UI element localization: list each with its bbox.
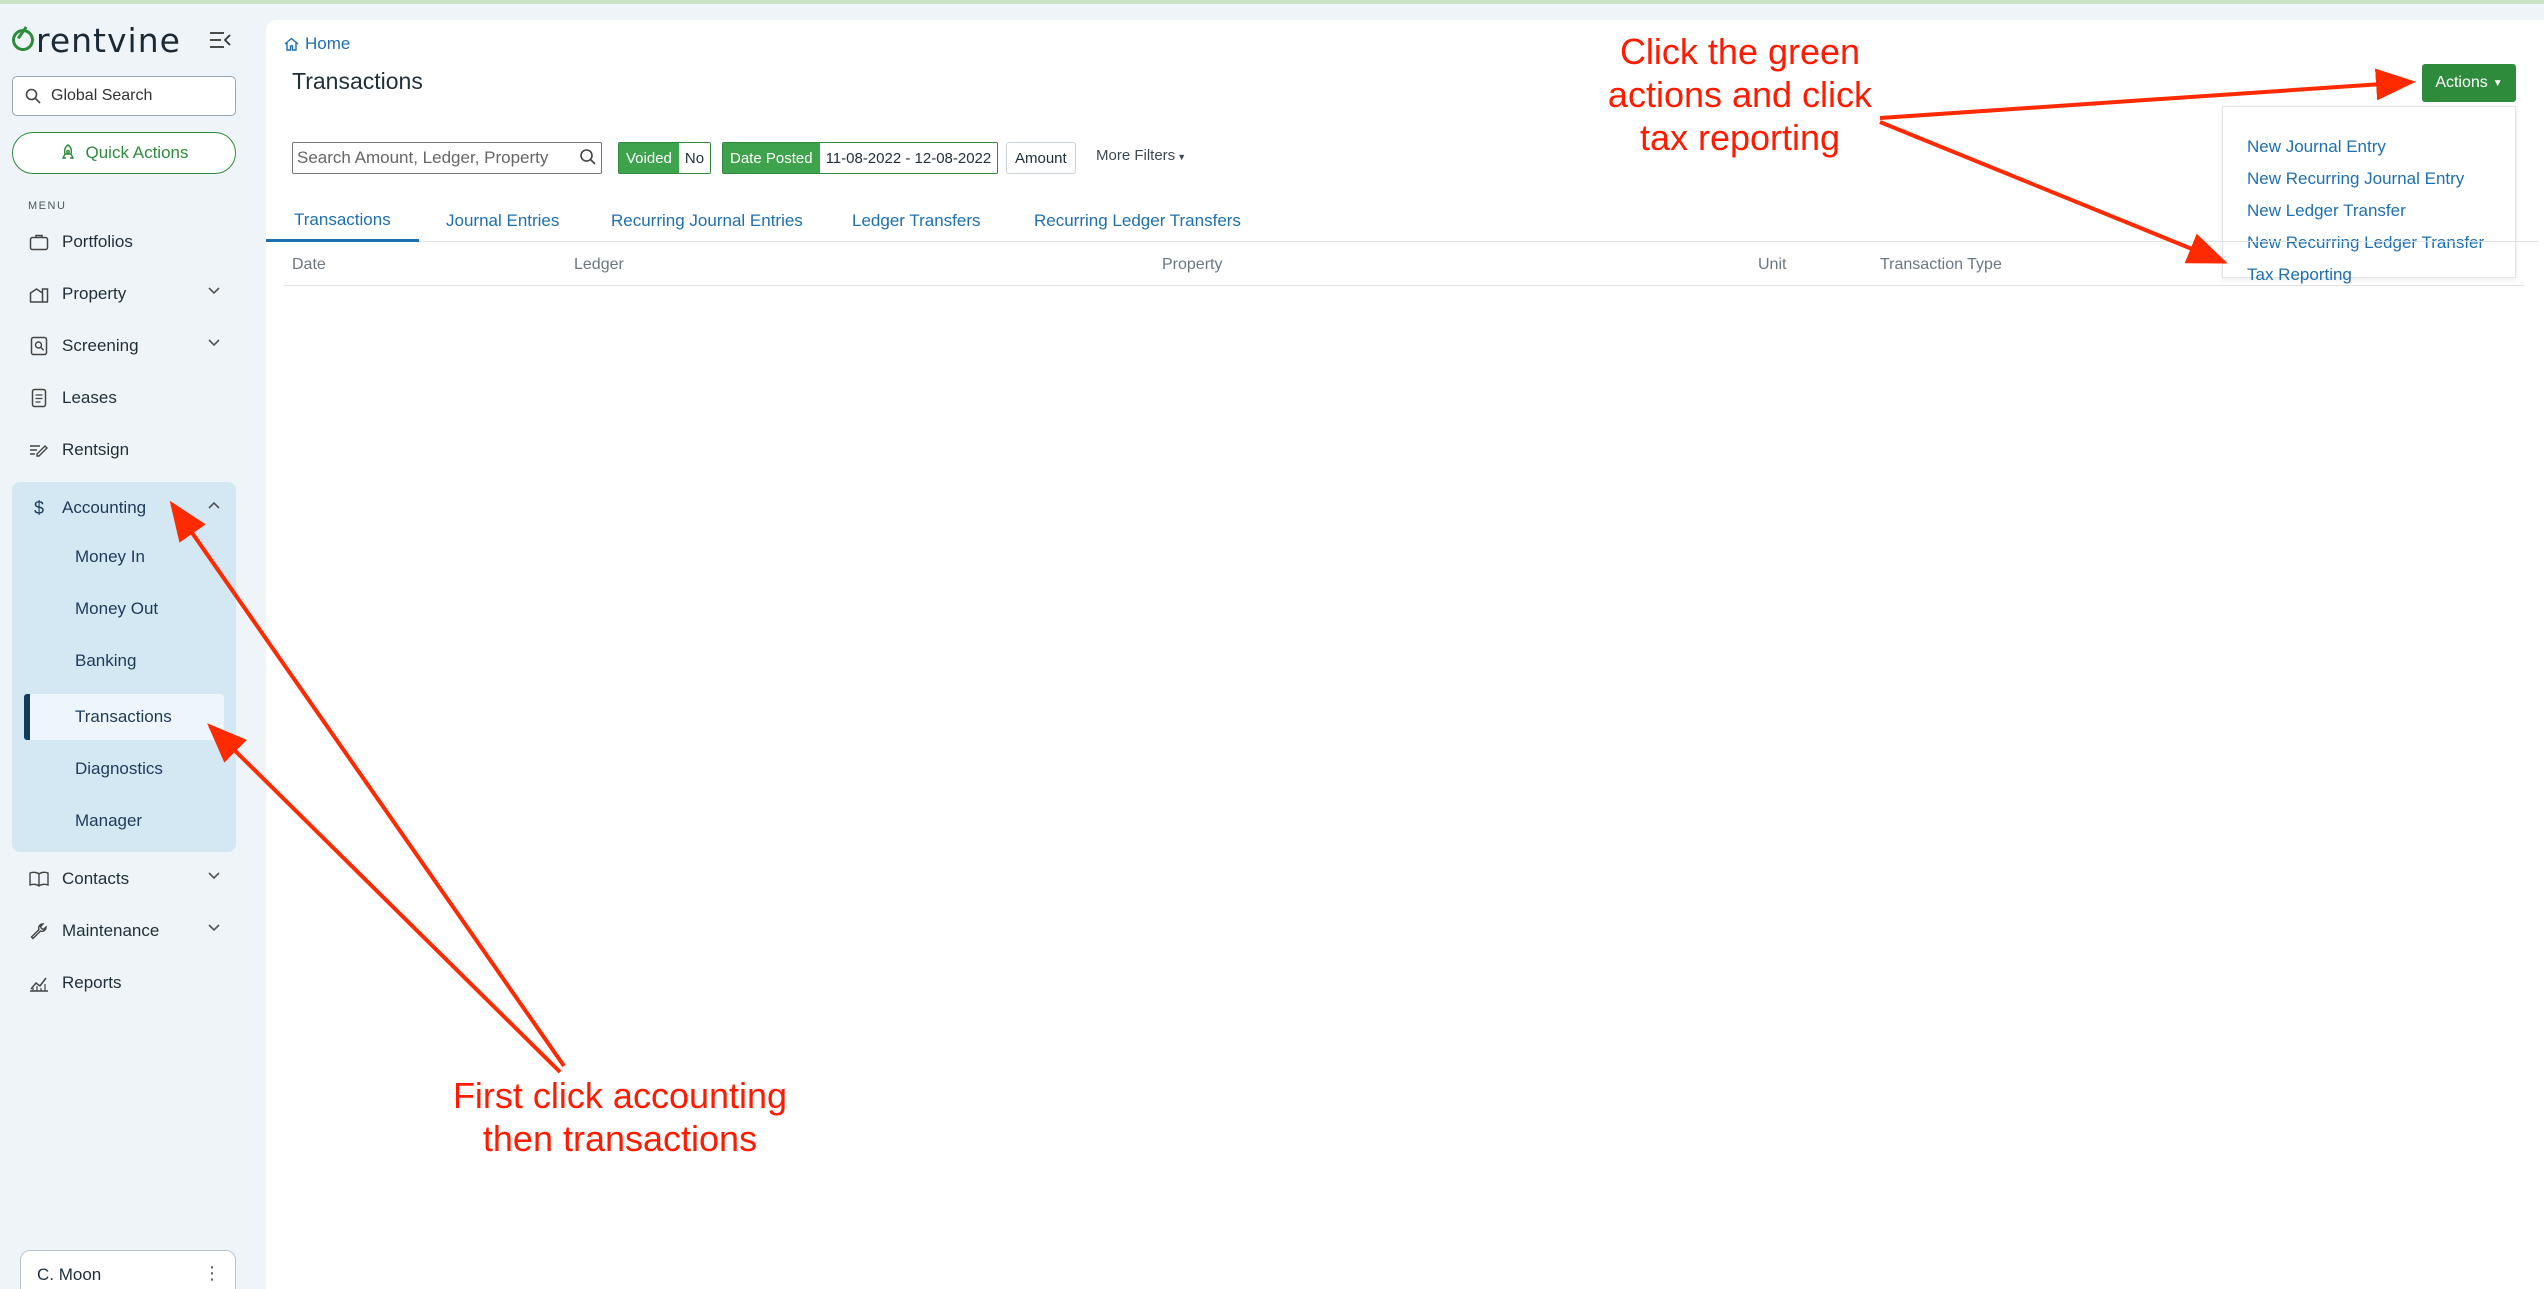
column-header-date[interactable]: Date [292, 256, 326, 274]
dollar-icon: $ [33, 497, 44, 518]
global-search-field[interactable] [12, 76, 236, 116]
rocket-icon [61, 144, 74, 159]
active-item-indicator [24, 694, 30, 740]
tab-recurring-ledger-transfers[interactable]: Recurring Ledger Transfers [1034, 200, 1241, 242]
rentvine-logo[interactable]: rentvine [12, 20, 181, 60]
quick-actions-button[interactable]: Quick Actions [12, 132, 236, 174]
sidebar-item-label: Rentsign [62, 440, 130, 459]
wrench-icon [30, 923, 47, 940]
sidebar-item-label: Maintenance [62, 921, 160, 940]
sidebar-item-reports[interactable]: Reports [12, 961, 236, 1005]
voided-filter-value: No [678, 143, 711, 173]
page-title: Transactions [292, 68, 423, 94]
sidebar-item-contacts[interactable]: Contacts [12, 857, 236, 901]
sidebar-item-screening[interactable]: Screening [12, 324, 236, 368]
more-filters-button[interactable]: More Filters ▼ [1096, 147, 1186, 164]
sidebar-subitem-banking[interactable]: Banking [75, 641, 136, 681]
tab-transactions[interactable]: Transactions [266, 200, 419, 242]
signature-icon [30, 445, 48, 457]
sidebar-item-label: Property [62, 284, 127, 303]
top-accent-line [0, 0, 2544, 4]
user-profile-card[interactable]: C. Moon ⋮ [20, 1250, 236, 1289]
search-icon [580, 149, 596, 165]
sidebar-item-property[interactable]: Property [12, 272, 236, 316]
voided-filter-label: Voided [619, 143, 679, 173]
annotation-line: tax reporting [1639, 117, 1841, 158]
home-icon [284, 37, 299, 51]
sidebar-item-label: Portfolios [62, 232, 133, 251]
sidebar-item-portfolios[interactable]: Portfolios [12, 220, 236, 264]
caret-down-icon: ▼ [2492, 77, 2503, 89]
sidebar-item-maintenance[interactable]: Maintenance [12, 909, 236, 953]
column-header-property[interactable]: Property [1162, 256, 1222, 274]
search-icon [25, 88, 41, 104]
chevron-down-icon [208, 872, 220, 880]
chevron-up-icon [208, 501, 220, 509]
menu-item-new-journal-entry[interactable]: New Journal Entry [2247, 137, 2386, 157]
date-posted-filter[interactable]: Date Posted 11-08-2022 - 12-08-2022 [722, 142, 999, 174]
annotation-line: actions and click [1607, 74, 1873, 115]
transaction-search-field[interactable] [292, 142, 602, 174]
transactions-tabs: Transactions Journal Entries Recurring J… [266, 200, 2538, 242]
building-icon [29, 288, 49, 303]
chevron-down-icon [208, 924, 220, 932]
more-options-icon[interactable]: ⋮ [203, 1263, 221, 1284]
actions-label: Actions [2435, 74, 2488, 91]
sidebar-item-rentsign[interactable]: Rentsign [12, 428, 236, 472]
sidebar-subitem-diagnostics[interactable]: Diagnostics [75, 749, 163, 789]
sidebar-item-label: Screening [62, 336, 139, 355]
tab-ledger-transfers[interactable]: Ledger Transfers [852, 200, 981, 242]
book-icon [29, 871, 49, 887]
menu-heading: MENU [28, 200, 67, 212]
menu-collapse-icon [210, 32, 231, 48]
sidebar-item-label: Leases [62, 388, 117, 407]
annotation-line: then transactions [482, 1118, 758, 1159]
global-search-input[interactable] [51, 87, 221, 105]
column-header-unit[interactable]: Unit [1758, 256, 1786, 274]
breadcrumb-label: Home [305, 34, 351, 53]
menu-item-new-recurring-journal-entry[interactable]: New Recurring Journal Entry [2247, 169, 2464, 189]
more-filters-label: More Filters [1096, 147, 1176, 164]
sidebar-item-accounting[interactable]: $ Accounting [12, 486, 236, 530]
sidebar-subitem-money-in[interactable]: Money In [75, 537, 145, 577]
date-posted-range: 11-08-2022 - 12-08-2022 [819, 143, 998, 173]
column-header-transaction-type[interactable]: Transaction Type [1880, 256, 2002, 274]
briefcase-icon [29, 234, 49, 251]
caret-down-icon: ▼ [1177, 152, 1187, 162]
tab-recurring-journal-entries[interactable]: Recurring Journal Entries [611, 200, 803, 242]
voided-filter[interactable]: Voided No [618, 142, 712, 174]
sidebar-item-label: Reports [62, 973, 122, 992]
user-name: C. Moon [37, 1265, 102, 1284]
column-header-ledger[interactable]: Ledger [574, 256, 624, 274]
date-posted-label: Date Posted [723, 143, 820, 173]
logo-text: rentvine [36, 20, 181, 60]
actions-button[interactable]: Actions ▼ [2422, 64, 2516, 102]
sidebar: rentvine Quick Actions MENU Portfolios P… [0, 4, 254, 1289]
leaf-icon [12, 29, 34, 51]
chart-icon [30, 977, 48, 992]
table-header: Date Ledger Property Unit Transaction Ty… [284, 244, 2524, 286]
document-icon [31, 388, 47, 408]
collapse-sidebar-button[interactable] [206, 26, 234, 54]
chevron-down-icon [208, 287, 220, 295]
screening-icon [30, 336, 48, 356]
sidebar-subitem-money-out[interactable]: Money Out [75, 589, 158, 629]
quick-actions-label: Quick Actions [85, 143, 189, 162]
breadcrumb-home[interactable]: Home [284, 34, 350, 54]
annotation-bottom: First click accounting then transactions [430, 1074, 810, 1160]
chevron-down-icon [208, 339, 220, 347]
amount-filter[interactable]: Amount [1006, 142, 1076, 174]
sidebar-item-leases[interactable]: Leases [12, 376, 236, 420]
transaction-search-input[interactable] [297, 148, 569, 168]
sidebar-subitem-manager[interactable]: Manager [75, 801, 142, 841]
annotation-line: First click accounting [452, 1075, 788, 1116]
sidebar-subitem-transactions[interactable]: Transactions [75, 697, 172, 737]
annotation-top: Click the green actions and click tax re… [1560, 30, 1920, 159]
sidebar-item-label: Accounting [62, 498, 147, 517]
tab-journal-entries[interactable]: Journal Entries [446, 200, 559, 242]
sidebar-item-label: Contacts [62, 869, 130, 888]
annotation-line: Click the green [1619, 31, 1861, 72]
